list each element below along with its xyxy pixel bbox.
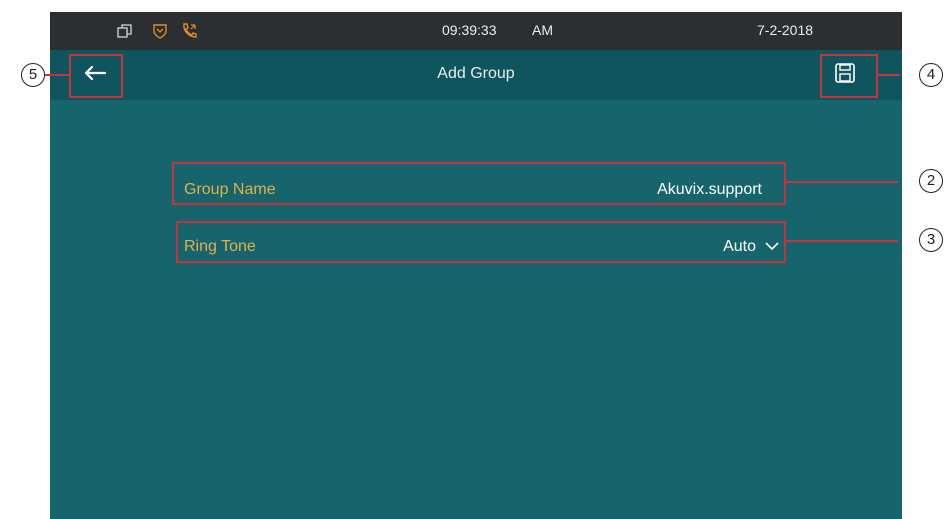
shield-icon <box>151 22 169 40</box>
page-title: Add Group <box>437 65 515 82</box>
status-date: 7-2-2018 <box>757 22 814 38</box>
callout-box-save <box>820 54 878 98</box>
callout-box-group-name <box>172 162 786 205</box>
status-ampm: AM <box>532 22 553 38</box>
callout-line-group-name <box>786 181 898 183</box>
callout-line-ring-tone <box>786 240 898 242</box>
callout-number-3: 3 <box>919 228 943 252</box>
window-icon <box>116 22 134 40</box>
callout-number-4: 4 <box>919 63 943 87</box>
callout-box-ring-tone <box>176 221 786 263</box>
title-bar: Add Group <box>50 50 902 100</box>
callout-line-save <box>878 74 900 76</box>
callout-box-back <box>69 54 123 98</box>
callout-number-2: 2 <box>919 169 943 193</box>
device-screen: 09:39:33 AM 7-2-2018 Add Group Group Nam… <box>50 12 902 519</box>
status-bar: 09:39:33 AM 7-2-2018 <box>50 12 902 50</box>
callout-number-5: 5 <box>21 63 45 87</box>
status-time: 09:39:33 <box>442 22 497 38</box>
phone-icon <box>180 22 198 40</box>
callout-line-back <box>45 74 69 76</box>
